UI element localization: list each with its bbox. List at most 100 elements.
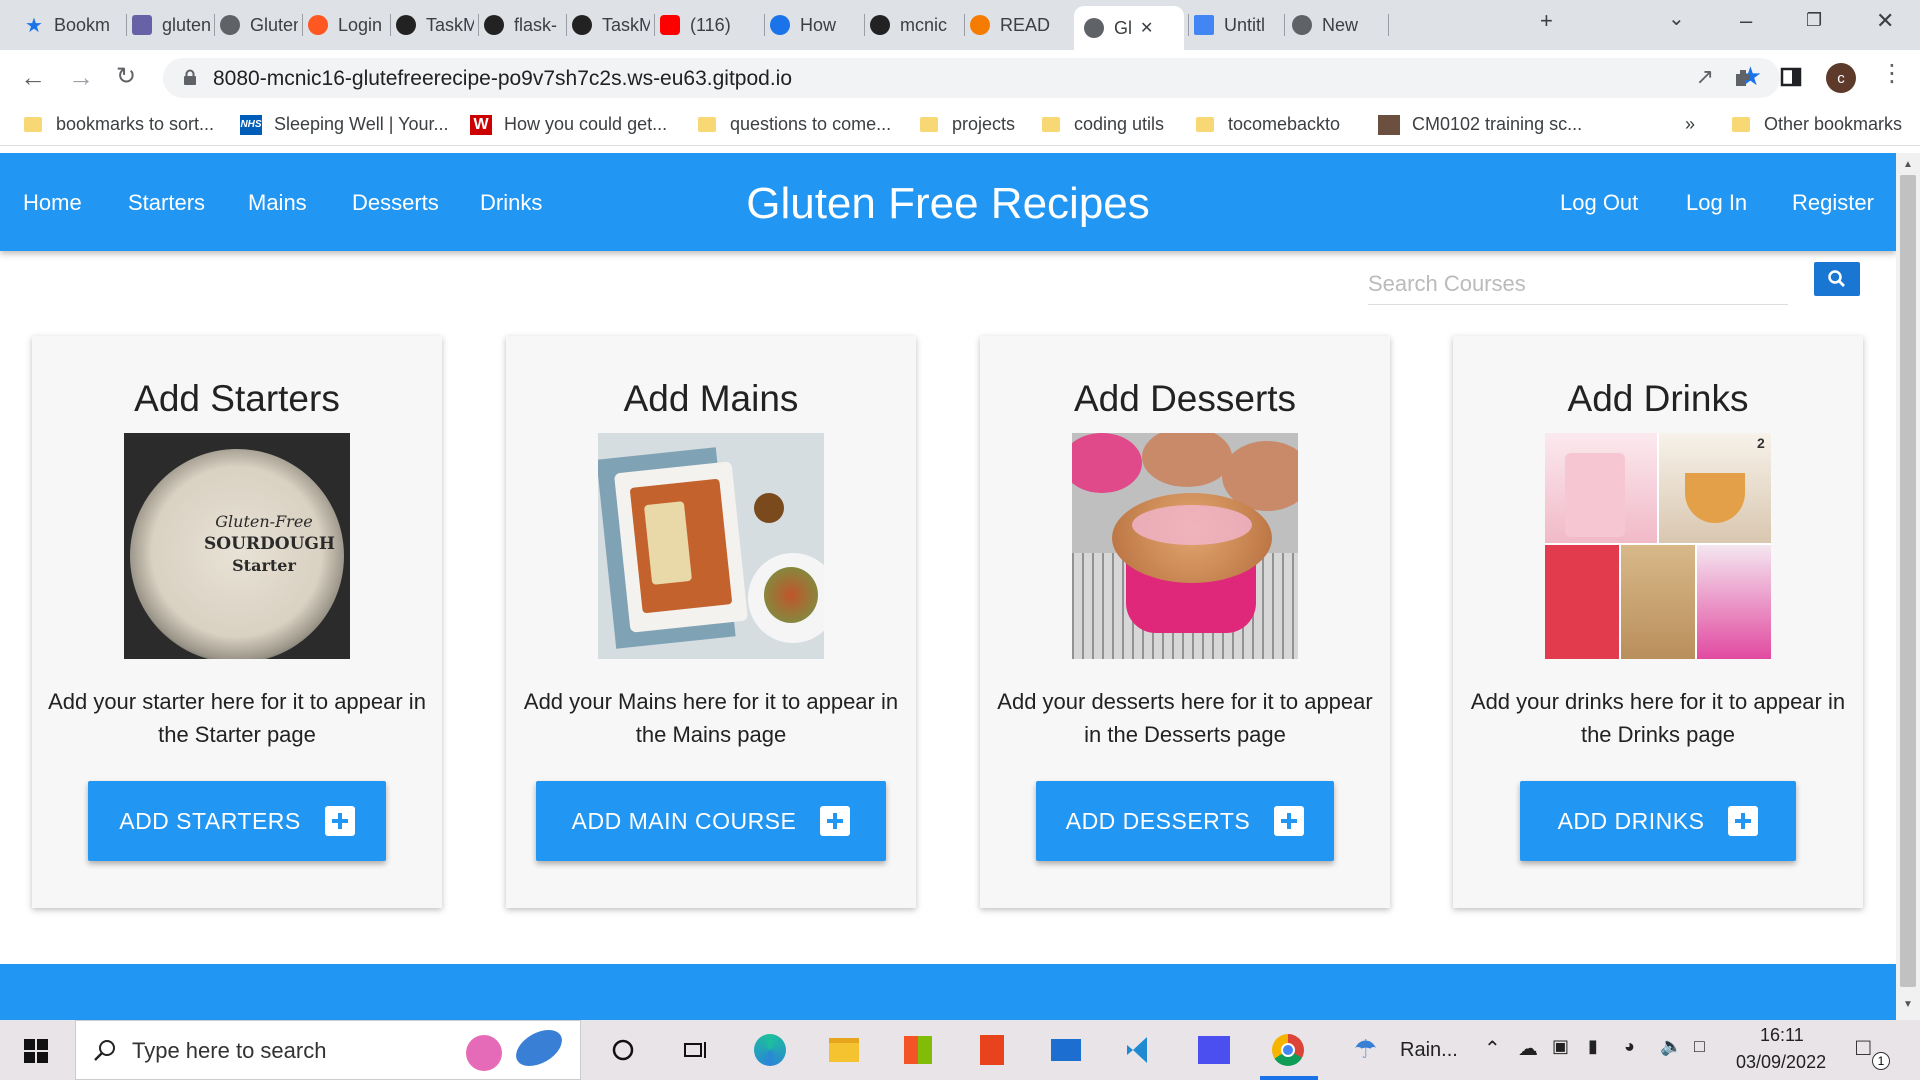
tab-label: mcnic [900, 14, 948, 35]
nav-log-out[interactable]: Log Out [1560, 190, 1638, 216]
bookmark-item[interactable]: W How you could get... [470, 114, 667, 135]
tab-label: Gluten [250, 14, 298, 35]
edge-icon[interactable] [754, 1034, 786, 1066]
tab-12[interactable]: Untitl [1184, 8, 1280, 42]
card-desserts: Add Desserts Add your desserts here for … [980, 336, 1390, 908]
powerapp-icon[interactable] [1198, 1034, 1230, 1066]
tab-5[interactable]: flask- [474, 8, 562, 42]
tab-9[interactable]: mcnic [860, 8, 960, 42]
restore-button[interactable]: ❐ [1806, 10, 1822, 31]
tray-chevron-icon[interactable]: ⌃ [1484, 1036, 1501, 1061]
office-icon[interactable] [976, 1034, 1008, 1066]
tab-label: New [1322, 14, 1359, 35]
bookmark-item[interactable]: coding utils [1042, 114, 1164, 135]
tab-6[interactable]: TaskM [562, 8, 650, 42]
store-icon[interactable] [902, 1034, 934, 1066]
weather-icon[interactable]: ☂ [1354, 1034, 1377, 1065]
more-bookmarks-button[interactable]: » [1685, 114, 1695, 135]
add-main-course-button[interactable]: ADD MAIN COURSE [536, 781, 886, 861]
tab-4[interactable]: TaskM [386, 8, 474, 42]
tab-1[interactable]: gluten [122, 8, 210, 42]
tab-2[interactable]: Gluten [210, 8, 298, 42]
url-text: 8080-mcnic16-glutefreerecipe-po9v7sh7c2s… [213, 67, 793, 90]
bookmark-item[interactable]: questions to come... [698, 114, 891, 135]
notification-icon[interactable]: □ [1856, 1034, 1871, 1062]
star-icon: ★ [25, 14, 43, 37]
folder-icon [24, 117, 42, 132]
clock-time[interactable]: 16:11 [1760, 1025, 1804, 1046]
mail-icon[interactable] [1050, 1034, 1082, 1066]
windows-taskbar: Type here to search ☂ Rain... ⌃ ☁ ▣ ▮ ◕ … [0, 1020, 1920, 1080]
close-window-button[interactable]: ✕ [1876, 8, 1894, 34]
search-field-wrap [1368, 263, 1788, 305]
search-button[interactable] [1814, 262, 1860, 296]
wifi-icon[interactable]: ◕ [1624, 1036, 1635, 1057]
clock-date[interactable]: 03/09/2022 [1736, 1052, 1826, 1073]
taskbar-search-text: Type here to search [132, 1038, 327, 1063]
bookmark-item[interactable]: CM0102 training sc... [1378, 114, 1582, 135]
github-icon [396, 15, 416, 35]
drinks-image: 2 [1545, 433, 1771, 659]
cortana-icon[interactable] [607, 1034, 639, 1066]
minimize-button[interactable]: – [1740, 8, 1752, 34]
tab-7[interactable]: (116) [650, 8, 760, 42]
bookmark-item[interactable]: bookmarks to sort... [24, 114, 214, 135]
scroll-down-icon[interactable]: ▼ [1903, 999, 1913, 1010]
bookmark-item[interactable]: tocomebackto [1196, 114, 1340, 135]
share-icon[interactable]: ↗ [1696, 64, 1714, 90]
profile-avatar[interactable]: c [1826, 63, 1856, 93]
vscode-icon[interactable] [1124, 1034, 1156, 1066]
tab-13[interactable]: New [1282, 8, 1384, 42]
bookmark-item[interactable]: projects [920, 114, 1015, 135]
forward-icon[interactable]: → [68, 62, 94, 93]
card-starters: Add Starters Gluten-Free SOURDOUGH Start… [32, 336, 442, 908]
extensions-icon[interactable] [1732, 66, 1756, 90]
back-icon[interactable]: ← [20, 62, 46, 93]
side-panel-icon[interactable] [1780, 66, 1802, 88]
onedrive-icon[interactable]: ☁ [1518, 1036, 1538, 1061]
youtube-icon [660, 15, 680, 35]
nav-log-in[interactable]: Log In [1686, 190, 1747, 216]
starter-image-text-1: Gluten-Free [215, 512, 313, 531]
menu-icon[interactable]: ⋮ [1880, 62, 1904, 86]
tab-label: TaskM [602, 14, 650, 35]
file-explorer-icon[interactable] [828, 1034, 860, 1066]
tab-3[interactable]: Login [298, 8, 386, 42]
weather-text[interactable]: Rain... [1400, 1039, 1458, 1062]
scrollbar-thumb[interactable] [1900, 175, 1916, 987]
codeanywhere-icon [970, 15, 990, 35]
battery-icon[interactable]: ▮ [1588, 1036, 1598, 1057]
tab-8[interactable]: How [760, 8, 860, 42]
card-title: Add Mains [623, 378, 799, 419]
tab-0[interactable]: ★ Bookm [14, 8, 122, 42]
new-tab-button[interactable]: + [1540, 8, 1553, 34]
omnibox[interactable]: 8080-mcnic16-glutefreerecipe-po9v7sh7c2s… [163, 58, 1780, 98]
w-icon: W [470, 114, 492, 135]
notification-count: 1 [1872, 1052, 1890, 1070]
add-desserts-button[interactable]: ADD DESSERTS [1036, 781, 1334, 861]
other-bookmarks[interactable]: Other bookmarks [1732, 114, 1902, 135]
scroll-up-icon[interactable]: ▲ [1903, 159, 1913, 170]
folder-icon [1042, 117, 1060, 132]
reload-icon[interactable]: ↻ [116, 62, 136, 91]
display-icon[interactable]: ▣ [1552, 1036, 1569, 1057]
search-input[interactable] [1368, 263, 1788, 304]
taskbar-search-box[interactable]: Type here to search [75, 1020, 581, 1080]
tab-search-icon[interactable]: ⌄ [1668, 6, 1685, 31]
tab-label: (116) [690, 14, 731, 35]
close-tab-icon[interactable]: ✕ [1140, 18, 1153, 38]
vertical-scrollbar[interactable]: ▲ ▼ [1896, 153, 1920, 1020]
input-icon[interactable]: □ [1694, 1036, 1705, 1057]
windows-start-icon[interactable] [24, 1039, 48, 1063]
add-starters-button[interactable]: ADD STARTERS [88, 781, 386, 861]
chrome-icon[interactable] [1272, 1034, 1304, 1066]
docs-icon [1194, 15, 1214, 35]
help-icon [770, 15, 790, 35]
nav-register[interactable]: Register [1792, 190, 1874, 216]
tab-10[interactable]: READ [960, 8, 1072, 42]
volume-icon[interactable]: 🔈 [1660, 1036, 1682, 1057]
tab-11[interactable]: Gl ✕ [1074, 6, 1184, 50]
add-drinks-button[interactable]: ADD DRINKS [1520, 781, 1796, 861]
bookmark-item[interactable]: NHS Sleeping Well | Your... [240, 114, 448, 135]
task-view-icon[interactable] [680, 1034, 712, 1066]
